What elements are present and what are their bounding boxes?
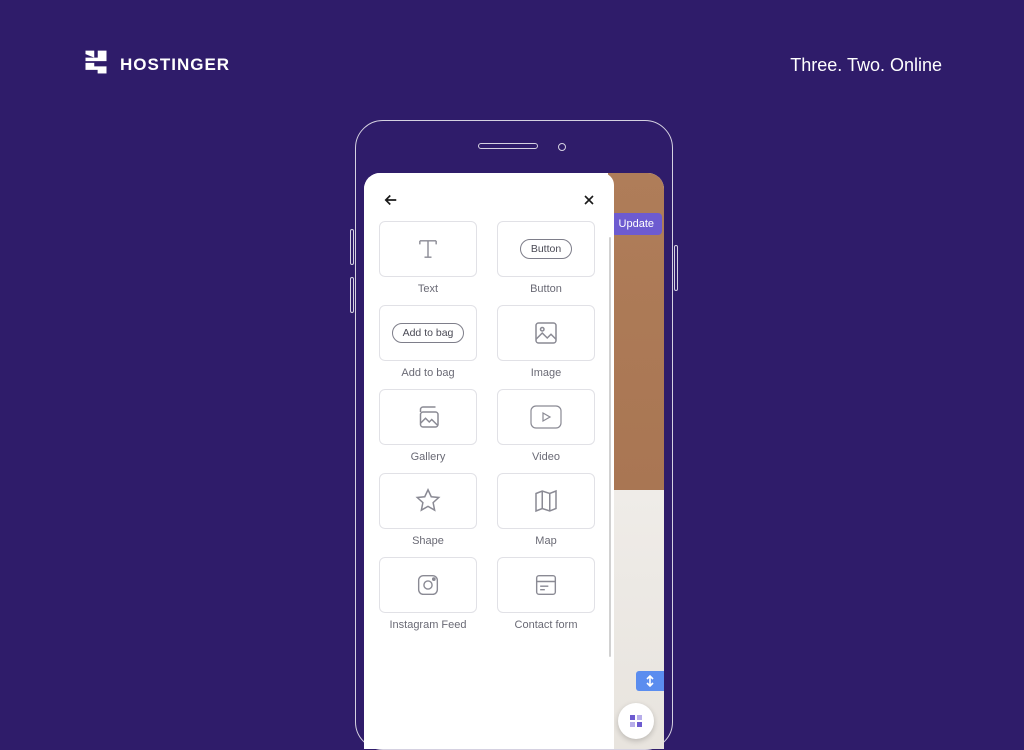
phone-frame: Update (355, 120, 673, 750)
element-label: Contact form (515, 619, 578, 631)
element-label: Text (418, 283, 438, 295)
star-icon (413, 486, 443, 516)
phone-volume-down (350, 277, 354, 313)
element-gallery[interactable]: Gallery (376, 389, 480, 463)
arrow-left-icon (382, 191, 400, 209)
map-icon (531, 486, 561, 516)
grid-icon (628, 713, 644, 729)
brand-tagline: Three. Two. Online (790, 55, 942, 76)
elements-grid: Text Button Button Add to bag Add to bag (376, 221, 604, 635)
gallery-icon (413, 402, 443, 432)
element-label: Map (535, 535, 556, 547)
button-pill-icon: Button (520, 239, 572, 259)
scrollbar[interactable] (609, 237, 611, 657)
element-label: Instagram Feed (389, 619, 466, 631)
phone-speaker (478, 143, 538, 149)
resize-handle-icon[interactable] (636, 671, 664, 691)
back-button[interactable] (380, 189, 402, 211)
phone-camera-icon (558, 143, 566, 151)
element-text[interactable]: Text (376, 221, 480, 295)
phone-screen: Update (364, 173, 664, 749)
element-contact-form[interactable]: Contact form (494, 557, 598, 631)
elements-panel: Text Button Button Add to bag Add to bag (364, 173, 614, 749)
phone-power-button (674, 245, 678, 291)
element-label: Video (532, 451, 560, 463)
element-shape[interactable]: Shape (376, 473, 480, 547)
video-icon (529, 404, 563, 430)
element-label: Add to bag (401, 367, 454, 379)
update-button[interactable]: Update (611, 213, 662, 235)
close-button[interactable] (578, 189, 600, 211)
brand-name: HOSTINGER (120, 55, 230, 75)
hostinger-logo-icon (82, 48, 110, 81)
add-to-bag-pill-icon: Add to bag (392, 323, 465, 343)
element-map[interactable]: Map (494, 473, 598, 547)
brand-logo: HOSTINGER (82, 48, 230, 81)
image-icon (531, 318, 561, 348)
element-label: Image (531, 367, 562, 379)
element-instagram-feed[interactable]: Instagram Feed (376, 557, 480, 631)
layout-grid-button[interactable] (618, 703, 654, 739)
element-button[interactable]: Button Button (494, 221, 598, 295)
background-preview: Update (608, 173, 664, 749)
element-video[interactable]: Video (494, 389, 598, 463)
instagram-icon (414, 571, 442, 599)
element-label: Gallery (411, 451, 446, 463)
text-icon (414, 235, 442, 263)
element-label: Button (530, 283, 562, 295)
close-icon (581, 192, 597, 208)
element-label: Shape (412, 535, 444, 547)
element-image[interactable]: Image (494, 305, 598, 379)
phone-volume-up (350, 229, 354, 265)
element-add-to-bag[interactable]: Add to bag Add to bag (376, 305, 480, 379)
panel-header (376, 187, 604, 221)
form-icon (532, 571, 560, 599)
